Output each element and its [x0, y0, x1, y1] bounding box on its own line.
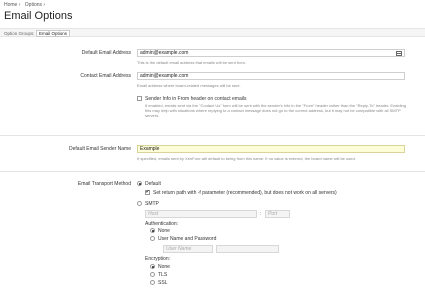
section-divider: [0, 135, 425, 136]
page-title: Email Options: [4, 10, 73, 22]
contact-email-label: Contact Email Address: [80, 73, 131, 79]
smtp-host-placeholder: Host: [148, 211, 159, 217]
sender-name-input[interactable]: Example: [137, 145, 405, 153]
transport-label: Email Transport Method: [77, 181, 131, 187]
transport-default-label[interactable]: Default: [145, 181, 161, 187]
default-email-hint: This is the default email address that e…: [137, 60, 246, 65]
transport-smtp-label[interactable]: SMTP: [145, 201, 159, 207]
smtp-password-input[interactable]: [216, 245, 279, 253]
sender-info-hint: If enabled, emails sent via the "Contact…: [145, 103, 406, 118]
host-port-separator: :: [260, 211, 262, 217]
smtp-username-input[interactable]: User Name: [163, 245, 213, 253]
return-path-checkbox[interactable]: [145, 189, 150, 195]
sender-info-label[interactable]: Sender Info in From header on contact em…: [145, 96, 246, 102]
breadcrumb-options[interactable]: Options ›: [25, 2, 45, 8]
smtp-port-input[interactable]: Port: [265, 210, 290, 218]
auth-userpass-label[interactable]: User Name and Password: [158, 236, 216, 242]
enc-tls-radio[interactable]: [150, 272, 155, 277]
contact-email-input[interactable]: admin@example.com: [137, 72, 405, 80]
option-groups-select[interactable]: Email Options: [36, 30, 71, 37]
smtp-port-placeholder: Port: [268, 211, 278, 217]
smtp-username-placeholder: User Name: [166, 246, 192, 252]
option-groups-label: Option Groups:: [4, 31, 35, 36]
transport-default-radio[interactable]: [137, 181, 142, 186]
sender-name-value: Example: [140, 146, 160, 152]
encryption-title: Encryption:: [145, 256, 171, 262]
default-email-label: Default Email Address: [81, 50, 131, 56]
breadcrumb-home[interactable]: Home ›: [4, 2, 20, 8]
return-path-label[interactable]: Set return path with -f parameter (recom…: [153, 190, 337, 196]
contact-email-value: admin@example.com: [140, 73, 189, 79]
enc-ssl-radio[interactable]: [150, 280, 155, 285]
auth-userpass-radio[interactable]: [150, 236, 155, 241]
contact-email-hint: Email address where board-related messag…: [137, 83, 241, 88]
section-divider: [0, 171, 425, 172]
breadcrumb: Home › Options ›: [4, 2, 48, 8]
sender-info-checkbox[interactable]: [137, 96, 142, 101]
transport-smtp-radio[interactable]: [137, 201, 142, 206]
enc-none-label[interactable]: None: [158, 264, 170, 270]
auth-none-label[interactable]: None: [158, 228, 170, 234]
sender-name-hint: If specified, emails sent by XenForo wil…: [137, 156, 356, 161]
default-email-value: admin@example.com: [140, 50, 189, 56]
default-email-input[interactable]: admin@example.com: [137, 49, 405, 57]
authentication-title: Authentication:: [145, 221, 179, 227]
address-book-icon[interactable]: [396, 51, 402, 56]
enc-tls-label[interactable]: TLS: [158, 272, 167, 278]
smtp-host-input[interactable]: Host: [145, 210, 257, 218]
enc-ssl-label[interactable]: SSL: [158, 280, 167, 286]
option-groups-bar: Option Groups: Email Options: [0, 28, 425, 37]
enc-none-radio[interactable]: [150, 264, 155, 269]
sender-name-label: Default Email Sender Name: [69, 146, 131, 152]
auth-none-radio[interactable]: [150, 228, 155, 233]
